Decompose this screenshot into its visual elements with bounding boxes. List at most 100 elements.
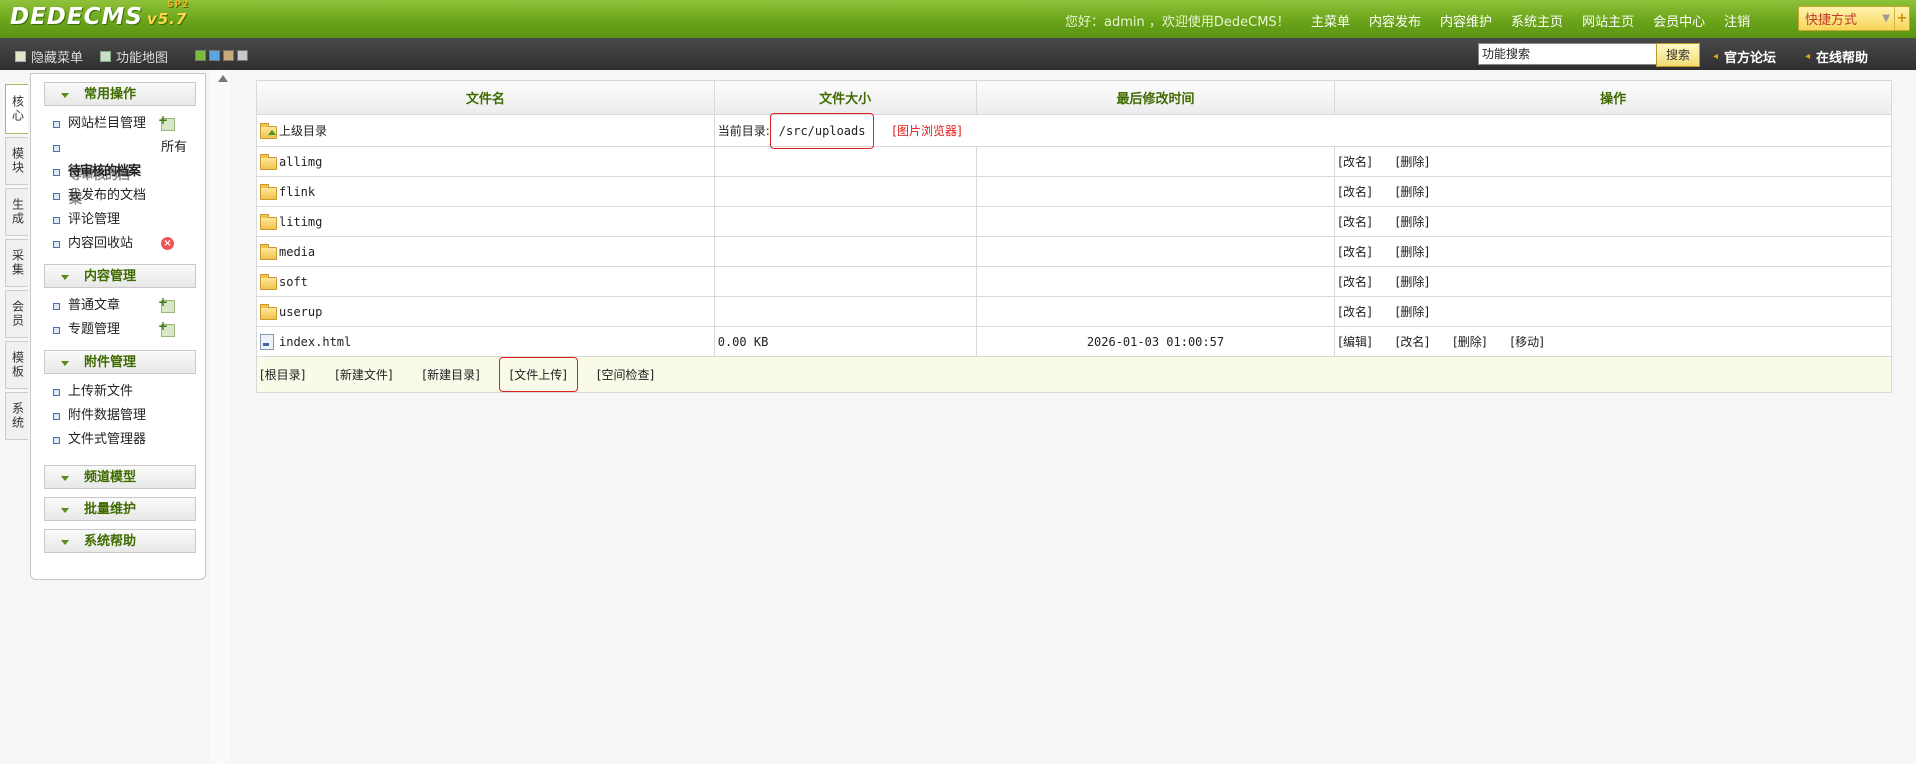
section-attachments[interactable]: 附件管理 (44, 350, 196, 374)
nav-logout[interactable]: 注销 (1724, 11, 1750, 30)
sidebar-item-articles[interactable]: 普通文章 (31, 294, 205, 318)
file-name-link[interactable]: litimg (279, 215, 322, 229)
skin-blue-swatch[interactable] (209, 50, 220, 61)
skin-gray-swatch[interactable] (237, 50, 248, 61)
function-search-input[interactable]: 功能搜索 (1478, 43, 1658, 65)
skin-tan-swatch[interactable] (223, 50, 234, 61)
delete-link[interactable]: [删除] (1396, 243, 1429, 260)
nav-site-home[interactable]: 网站主页 (1582, 11, 1634, 30)
delete-link[interactable]: [删除] (1396, 273, 1429, 290)
rename-link[interactable]: [改名] (1396, 333, 1429, 350)
tab-system-label: 系统 (10, 402, 25, 430)
tab-template-label: 模板 (10, 351, 25, 379)
sidebar-item-topics[interactable]: 专题管理 (31, 318, 205, 342)
edit-link[interactable]: [编辑] (1338, 333, 1371, 350)
rename-link[interactable]: [改名] (1338, 243, 1371, 260)
sidebar-item-all[interactable]: 所有 (31, 136, 205, 160)
map-icon (100, 51, 111, 62)
scroll-gutter[interactable] (210, 70, 230, 764)
rename-link[interactable]: [改名] (1338, 213, 1371, 230)
scroll-up-icon[interactable] (218, 75, 228, 82)
section-common-ops[interactable]: 常用操作 (44, 82, 196, 106)
section-title: 内容管理 (84, 269, 137, 284)
image-browser-link[interactable]: [图片浏览器] (892, 124, 961, 138)
tab-collect-label: 采集 (10, 249, 25, 277)
parent-dir-row: 上级目录 当前目录:/src/uploads [图片浏览器] (256, 113, 1893, 149)
nav-main-menu[interactable]: 主菜单 (1311, 11, 1350, 30)
space-check-link[interactable]: [空间检查] (597, 366, 654, 383)
tab-core[interactable]: 核心 (5, 84, 28, 134)
file-name-link[interactable]: soft (279, 275, 308, 289)
add-icon[interactable] (158, 114, 175, 131)
chevron-down-icon (61, 361, 69, 366)
left-sidebar-menu: 常用操作 网站栏目管理 所有 待审核的档案等审核的档案 我发布的文档 评论管理 … (30, 73, 206, 580)
file-name-link[interactable]: media (279, 245, 315, 259)
file-name-link[interactable]: userup (279, 305, 322, 319)
file-upload-link[interactable]: [文件上传] (498, 357, 578, 392)
sidebar-item-attachment-data[interactable]: 附件数据管理 (31, 404, 205, 428)
section-system-help[interactable]: 系统帮助 (44, 529, 196, 553)
online-help-link[interactable]: ◂ 在线帮助 (1805, 47, 1868, 66)
chevron-down-icon (61, 476, 69, 481)
file-size-cell (713, 206, 977, 237)
file-mtime-cell (975, 236, 1336, 267)
tab-member[interactable]: 会员 (5, 290, 28, 338)
file-name-link[interactable]: index.html (279, 335, 351, 349)
bullet-icon (53, 303, 60, 310)
file-name-link[interactable]: flink (279, 185, 315, 199)
delete-link[interactable]: [删除] (1396, 213, 1429, 230)
delete-link[interactable]: [删除] (1396, 183, 1429, 200)
bullet-icon (53, 193, 60, 200)
sidebar-item-my-docs[interactable]: 我发布的文档 (31, 184, 205, 208)
tab-generate[interactable]: 生成 (5, 188, 28, 236)
tab-system[interactable]: 系统 (5, 392, 28, 440)
search-button[interactable]: 搜索 (1656, 43, 1700, 67)
move-link[interactable]: [移动] (1510, 333, 1543, 350)
rename-link[interactable]: [改名] (1338, 273, 1371, 290)
delete-icon[interactable]: × (161, 237, 174, 250)
quick-shortcuts-dropdown[interactable]: 快捷方式 ▼ + (1798, 6, 1910, 31)
nav-member-center[interactable]: 会员中心 (1653, 11, 1705, 30)
section-channel-model[interactable]: 频道模型 (44, 465, 196, 489)
section-batch-maintain[interactable]: 批量维护 (44, 497, 196, 521)
skin-green-swatch[interactable] (195, 50, 206, 61)
section-title: 批量维护 (84, 502, 137, 517)
parent-dir-link[interactable]: 上级目录 (260, 122, 711, 139)
file-mtime-cell (975, 146, 1336, 177)
file-name-link[interactable]: allimg (279, 155, 322, 169)
sidebar-item-file-manager[interactable]: 文件式管理器 (31, 428, 205, 452)
sidebar-item-column-manage[interactable]: 网站栏目管理 (31, 112, 205, 136)
section-content-manage[interactable]: 内容管理 (44, 264, 196, 288)
tab-collect[interactable]: 采集 (5, 239, 28, 287)
rename-link[interactable]: [改名] (1338, 303, 1371, 320)
hide-menu-button[interactable]: 隐藏菜单 (15, 47, 83, 66)
hide-menu-icon (15, 51, 26, 62)
add-icon[interactable] (158, 296, 175, 313)
sidebar-item-recycle-bin[interactable]: 内容回收站 × (31, 232, 205, 256)
nav-system-home[interactable]: 系统主页 (1511, 11, 1563, 30)
delete-link[interactable]: [删除] (1396, 303, 1429, 320)
sidebar-item-label: 所有 (161, 140, 188, 155)
tab-module[interactable]: 模块 (5, 137, 28, 185)
sidebar-item-upload-file[interactable]: 上传新文件 (31, 380, 205, 404)
sidebar-item-label: 网站栏目管理 (68, 116, 147, 131)
add-shortcut-icon[interactable]: + (1894, 7, 1909, 30)
new-file-link[interactable]: [新建文件] (335, 366, 392, 383)
sidebar-item-pending-archives[interactable]: 待审核的档案 等审核的档案 (31, 160, 205, 207)
official-forum-link[interactable]: ◂ 官方论坛 (1713, 47, 1776, 66)
nav-content-maintain[interactable]: 内容维护 (1440, 11, 1492, 30)
rename-link[interactable]: [改名] (1338, 183, 1371, 200)
root-dir-link[interactable]: [根目录] (260, 366, 305, 383)
rename-link[interactable]: [改名] (1338, 153, 1371, 170)
new-dir-link[interactable]: [新建目录] (422, 366, 479, 383)
delete-link[interactable]: [删除] (1453, 333, 1486, 350)
bullet-icon (53, 389, 60, 396)
table-row: index.html 0.00 KB 2026-01-03 01:00:57 [… (256, 326, 1892, 357)
delete-link[interactable]: [删除] (1396, 153, 1429, 170)
site-map-button[interactable]: 功能地图 (100, 47, 168, 66)
tab-template[interactable]: 模板 (5, 341, 28, 389)
logo-sup: SP2 (166, 0, 190, 10)
sidebar-item-comments[interactable]: 评论管理 (31, 208, 205, 232)
nav-content-publish[interactable]: 内容发布 (1369, 11, 1421, 30)
add-icon[interactable] (158, 320, 175, 337)
